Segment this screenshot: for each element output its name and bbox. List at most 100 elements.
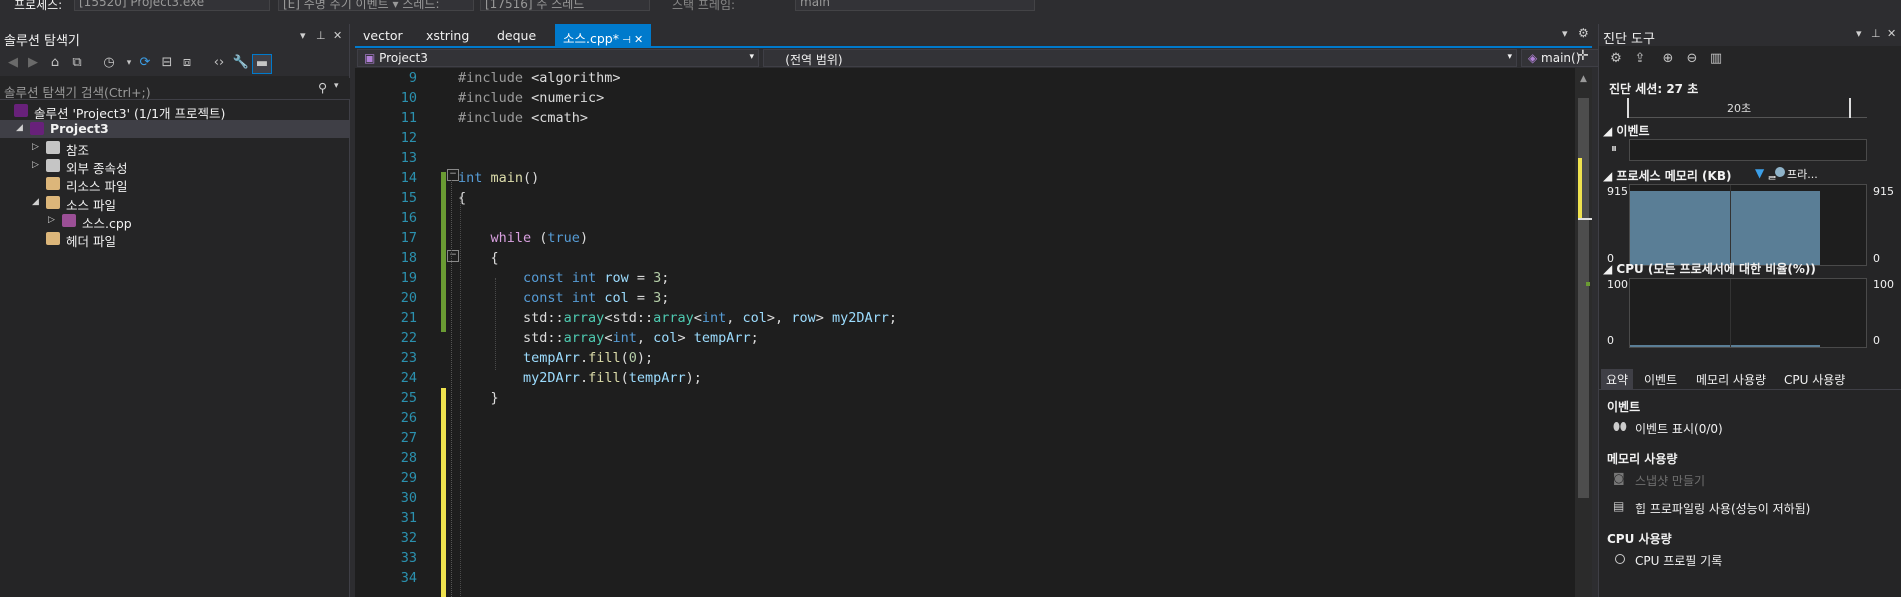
process-dropdown[interactable]: [15520] Project3.exe: [74, 0, 270, 11]
tree-item[interactable]: ▷ 소스.cpp: [0, 212, 350, 231]
panel-menu-icon[interactable]: ▾: [1856, 27, 1862, 40]
debug-location-toolbar: 프로세스: [15520] Project3.exe [E] 수명 주기 이벤트…: [0, 0, 1901, 14]
tree-item[interactable]: ◢ Project3: [0, 120, 350, 139]
stack-frame-dropdown[interactable]: main: [795, 0, 1035, 11]
code-line[interactable]: int main(): [458, 170, 539, 186]
code-line[interactable]: while (true): [458, 230, 589, 246]
tab-document[interactable]: deque: [489, 27, 544, 45]
close-icon[interactable]: ✕: [333, 29, 342, 42]
tab-list-dropdown-icon[interactable]: ▾: [1562, 27, 1568, 40]
code-token: <std::: [604, 310, 654, 326]
collapsed-chevron-icon[interactable]: ▷: [48, 215, 55, 225]
tree-item[interactable]: ▷ 참조: [0, 139, 350, 158]
tree-item-label: 외부 종속성: [66, 160, 128, 176]
pin-icon[interactable]: ⊥: [1871, 27, 1881, 40]
pause-icon[interactable]: ⏸: [1611, 141, 1617, 156]
tree-item[interactable]: ◢ 소스 파일: [0, 194, 350, 213]
external-deps-icon: [46, 158, 60, 172]
project-dropdown[interactable]: ▣ Project3 ▾: [357, 49, 759, 67]
panel-menu-icon[interactable]: ▾: [300, 29, 306, 42]
properties-wrench-icon[interactable]: 🔧: [232, 54, 250, 72]
tab-document[interactable]: xstring: [418, 27, 477, 45]
tree-item[interactable]: ▷ 외부 종속성: [0, 157, 350, 176]
subtab[interactable]: CPU 사용량: [1779, 369, 1850, 389]
reset-view-icon[interactable]: ▥: [1707, 50, 1725, 68]
switch-views-icon[interactable]: ⧉: [68, 54, 86, 72]
code-token: {: [458, 190, 467, 206]
session-timeline[interactable]: 20초: [1627, 98, 1867, 118]
expanded-chevron-icon[interactable]: ◢: [16, 123, 23, 133]
search-icon[interactable]: ⚲: [318, 80, 327, 95]
zoom-in-icon[interactable]: ⊕: [1659, 50, 1677, 68]
code-token: const: [523, 290, 564, 306]
code-line[interactable]: {: [458, 190, 466, 206]
subtab[interactable]: 메모리 사용량: [1691, 369, 1771, 389]
code-line[interactable]: const int row = 3;: [458, 270, 669, 286]
code-line[interactable]: std::array<int, col> tempArr;: [458, 330, 759, 346]
settings-gear-icon[interactable]: ⚙: [1607, 50, 1625, 68]
show-all-files-icon[interactable]: ⧈: [178, 54, 196, 72]
code-line[interactable]: }: [458, 390, 499, 406]
close-icon[interactable]: ✕: [1887, 27, 1896, 40]
tab-close-icon[interactable]: ✕: [634, 33, 643, 46]
camera-icon: ◙: [1613, 471, 1625, 485]
tree-item[interactable]: 리소스 파일: [0, 175, 350, 194]
memory-usage-area: [1630, 190, 1820, 265]
subtab[interactable]: 이벤트: [1639, 369, 1682, 389]
code-line[interactable]: #include <algorithm>: [458, 70, 621, 86]
memory-graph-header[interactable]: ◢ 프로세스 메모리 (KB): [1603, 167, 1731, 184]
lifecycle-events-dropdown[interactable]: [E] 수명 주기 이벤트 ▾ 스레드:: [278, 0, 474, 11]
tab-pin-icon[interactable]: ⊣: [619, 35, 634, 46]
back-icon[interactable]: ◀: [4, 54, 22, 72]
sync-icon[interactable]: ⟳: [136, 54, 154, 72]
outline-guide: [451, 180, 453, 597]
code-line[interactable]: {: [458, 250, 499, 266]
tree-item[interactable]: 헤더 파일: [0, 230, 350, 250]
timeline-start-handle[interactable]: [1627, 98, 1629, 118]
forward-icon[interactable]: ▶: [24, 54, 42, 72]
code-line[interactable]: my2DArr.fill(tempArr);: [458, 370, 702, 386]
export-icon[interactable]: ⇪: [1631, 50, 1649, 68]
code-view-icon[interactable]: ‹›: [210, 54, 228, 72]
events-timeline-graph[interactable]: [1629, 139, 1867, 161]
pin-icon[interactable]: ⊥: [316, 29, 326, 42]
cpu-graph-header[interactable]: ◢ CPU (모든 프로세서에 대한 비율(%)): [1603, 260, 1816, 277]
collapsed-chevron-icon[interactable]: ▷: [32, 142, 39, 152]
zoom-out-icon[interactable]: ⊖: [1683, 50, 1701, 68]
tree-item[interactable]: 솔루션 'Project3' (1/1개 프로젝트): [0, 102, 350, 121]
home-icon[interactable]: ⌂: [46, 54, 64, 72]
search-placeholder: 솔루션 탐색기 검색(Ctrl+;): [4, 85, 151, 100]
expanded-chevron-icon[interactable]: ◢: [32, 197, 39, 207]
code-line[interactable]: const int col = 3;: [458, 290, 669, 306]
code-line[interactable]: tempArr.fill(0);: [458, 350, 653, 366]
scroll-up-icon[interactable]: ▲: [1577, 74, 1590, 88]
tab-document[interactable]: vector: [355, 27, 411, 45]
code-text-area[interactable]: − − 9 #include <algorithm> 10 #include <num…: [355, 68, 1575, 597]
search-options-dropdown-icon[interactable]: ▾: [334, 81, 339, 91]
tab-active-document[interactable]: 소스.cpp* ⊣ ✕: [555, 24, 652, 46]
code-line[interactable]: std::array<std::array<int, col>, row> my…: [458, 310, 897, 326]
timeline-end-handle[interactable]: [1849, 98, 1851, 118]
code-line[interactable]: #include <cmath>: [458, 110, 588, 126]
vertical-scrollbar[interactable]: ▲: [1575, 68, 1592, 597]
preview-selected-icon[interactable]: ▬: [252, 54, 272, 74]
settings-gear-icon[interactable]: ⚙: [1578, 26, 1589, 40]
project-dropdown-label: Project3: [379, 51, 428, 65]
thread-dropdown[interactable]: [17516] 주 스레드: [480, 0, 650, 11]
solution-search-input[interactable]: 솔루션 탐색기 검색(Ctrl+;) ⚲ ▾: [0, 78, 350, 100]
scope-dropdown[interactable]: (전역 범위) ▾: [763, 49, 1517, 67]
collapsed-chevron-icon[interactable]: ▷: [32, 160, 39, 170]
subtab[interactable]: 요약: [1601, 369, 1634, 389]
events-graph-header[interactable]: ◢ 이벤트: [1603, 122, 1650, 139]
split-window-icon[interactable]: ✛: [1577, 48, 1589, 64]
tree-item-label: 헤더 파일: [66, 234, 116, 250]
collapse-all-icon[interactable]: ⊟: [158, 54, 176, 72]
caret-position-marker: [1578, 218, 1592, 220]
line-number: 21: [400, 310, 417, 326]
cpu-usage-graph[interactable]: [1629, 278, 1867, 348]
line-number: 29: [400, 470, 417, 486]
code-line[interactable]: #include <numeric>: [458, 90, 604, 106]
process-memory-graph[interactable]: [1629, 184, 1867, 266]
pending-changes-filter-icon[interactable]: ◷: [100, 54, 118, 72]
